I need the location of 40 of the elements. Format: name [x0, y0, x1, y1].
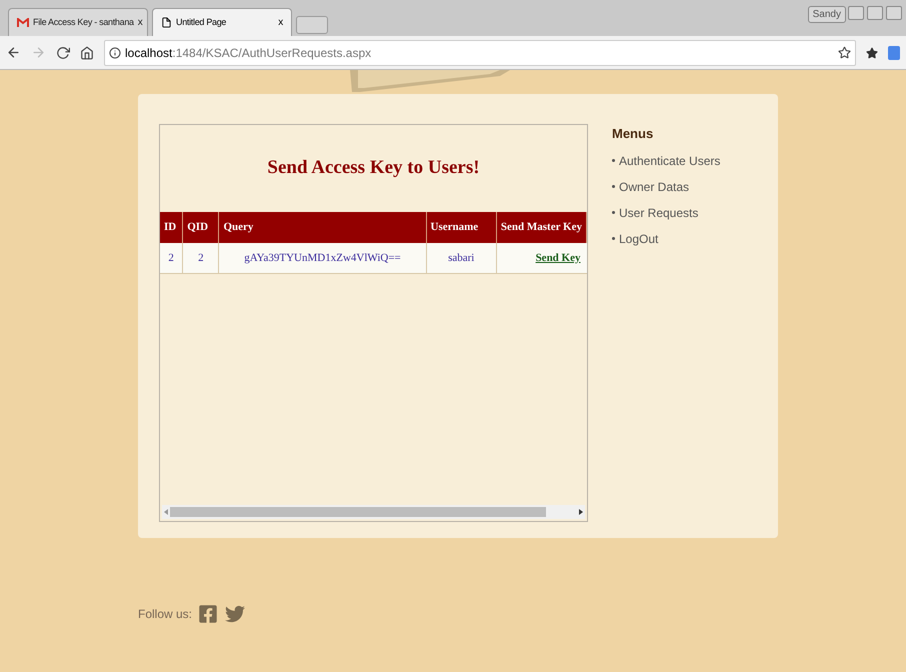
- table-cell: 2: [160, 243, 183, 273]
- mail-icon: [17, 18, 29, 28]
- reload-icon[interactable]: [56, 46, 70, 60]
- page-icon: [161, 17, 172, 28]
- tab-close-button[interactable]: x: [138, 15, 142, 30]
- browser-tab[interactable]: Untitled Page x: [152, 8, 292, 36]
- follow-us-label: Follow us:: [138, 606, 192, 623]
- address-field[interactable]: localhost:1484/KSAC/AuthUserRequests.aspx: [104, 40, 856, 66]
- restore-button[interactable]: [867, 6, 883, 20]
- close-window-button[interactable]: [886, 6, 902, 20]
- bullet-icon: [612, 185, 615, 188]
- menu-title: Menus: [612, 125, 654, 143]
- table-cell: 2: [182, 243, 219, 273]
- url-text: localhost:1484/KSAC/AuthUserRequests.aspx: [125, 44, 372, 62]
- tab-title: File Access Key - santhana: [33, 16, 134, 29]
- menu-link[interactable]: LogOut: [619, 230, 658, 248]
- menu-link[interactable]: Authenticate Users: [619, 152, 720, 170]
- back-icon[interactable]: [6, 45, 21, 60]
- tab-close-button[interactable]: x: [278, 15, 283, 30]
- info-icon: [109, 46, 121, 58]
- user-profile-button[interactable]: Sandy: [808, 6, 846, 23]
- star-icon[interactable]: [838, 46, 851, 59]
- forward-icon[interactable]: [31, 45, 46, 60]
- browser-tab[interactable]: File Access Key - santhana x: [8, 8, 148, 36]
- home-icon[interactable]: [80, 46, 94, 60]
- minimize-button[interactable]: [848, 6, 864, 20]
- menu-link[interactable]: Owner Datas: [619, 178, 690, 196]
- facebook-icon[interactable]: [198, 604, 218, 624]
- menu-link[interactable]: User Requests: [619, 204, 698, 222]
- table-cell: sabari: [426, 243, 496, 273]
- bullet-icon: [612, 211, 615, 214]
- twitter-icon[interactable]: [224, 604, 246, 624]
- send-key-link[interactable]: Send Key: [536, 252, 580, 264]
- bullet-icon: [612, 237, 615, 240]
- scroll-right-icon[interactable]: [579, 509, 583, 515]
- page-title: Send Access Key to Users!: [267, 156, 480, 180]
- bullet-icon: [612, 159, 615, 162]
- table-cell: gAYa39TYUnMD1xZw4VlWiQ==: [218, 243, 426, 273]
- tab-title: Untitled Page: [176, 16, 228, 29]
- new-tab-button[interactable]: [296, 16, 328, 34]
